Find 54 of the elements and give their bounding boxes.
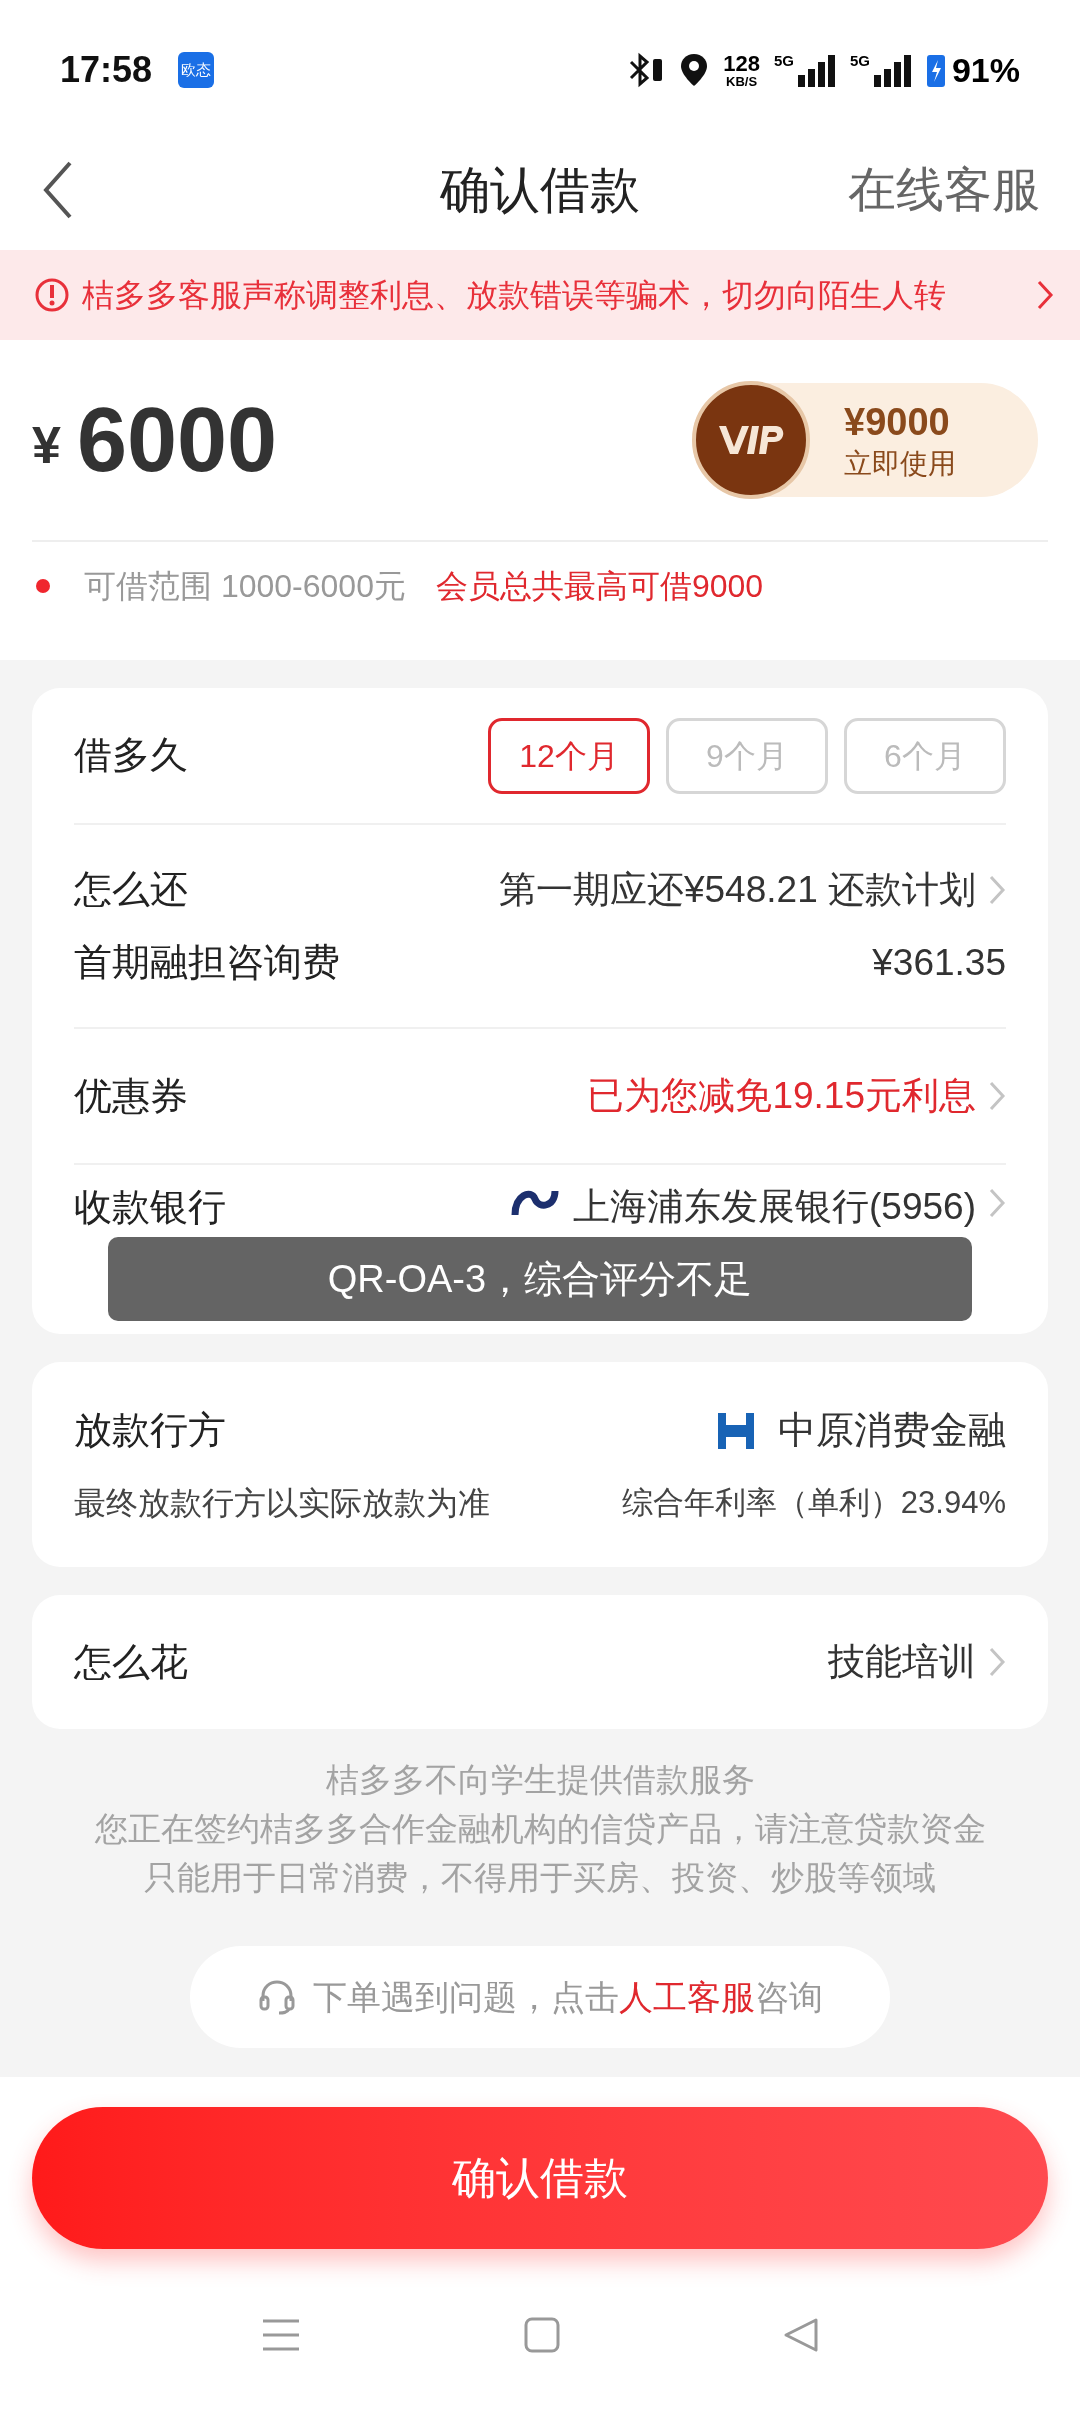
coupon-value[interactable]: 已为您减免19.15元利息 — [587, 1068, 976, 1124]
repayment-plan-link[interactable]: 第一期应还¥548.21 还款计划 — [498, 861, 976, 918]
lender-note: 最终放款行方以实际放款为准 — [74, 1484, 490, 1523]
page-title: 确认借款 — [440, 160, 640, 220]
bank-label: 收款银行 — [74, 1185, 226, 1230]
disclaimer-text: 您正在签约桔多多合作金融机构的信贷产品，请注意贷款资金 — [94, 1809, 986, 1849]
fee-value: ¥361.35 — [872, 940, 1006, 985]
status-time: 17:58 — [60, 48, 153, 92]
signal-icon — [871, 53, 912, 87]
location-icon — [679, 52, 710, 88]
notice-text: 桔多多客服声称调整利息、放款错误等骗术，切勿向陌生人转 — [82, 276, 947, 315]
annual-rate: 综合年利率（单利）23.94% — [621, 1483, 1006, 1522]
battery-level: 91% — [951, 49, 1020, 91]
menu-icon[interactable] — [261, 2317, 302, 2353]
home-icon[interactable] — [524, 2317, 560, 2353]
chevron-right-icon — [988, 1080, 1006, 1112]
loan-amount: 6000 — [76, 388, 278, 492]
lender-logo-icon — [716, 1410, 756, 1451]
help-text: 下单遇到问题，点击人工客服咨询 — [313, 1976, 823, 2018]
signal-icon — [795, 53, 836, 87]
battery-icon — [925, 52, 946, 88]
online-service-link[interactable]: 在线客服 — [848, 154, 1040, 226]
term-option[interactable]: 12个月 — [488, 717, 650, 794]
chevron-right-icon — [988, 1187, 1006, 1219]
confirm-loan-button[interactable]: 确认借款 — [32, 2107, 1048, 2249]
net-speed-unit: KB/S — [726, 74, 758, 88]
toast-message: QR-OA-3，综合评分不足 — [108, 1237, 972, 1321]
currency-symbol: ¥ — [32, 415, 61, 476]
net-speed: 128 — [723, 52, 760, 75]
disclaimer-text: 桔多多不向学生提供借款服务 — [325, 1760, 755, 1800]
chevron-right-icon — [988, 1646, 1006, 1678]
repay-label: 怎么还 — [74, 867, 188, 912]
app-badge: 欧态 — [178, 52, 215, 88]
vip-action: 立即使用 — [844, 447, 956, 482]
term-label: 借多久 — [74, 733, 188, 778]
network-type: 5G — [773, 53, 794, 68]
member-limit-note: 会员总共最高可借9000 — [435, 567, 764, 606]
vip-amount: ¥9000 — [844, 399, 951, 445]
usage-label: 怎么花 — [74, 1639, 188, 1685]
human-service-link[interactable]: 人工客服 — [619, 1977, 755, 2016]
warning-icon — [34, 277, 70, 313]
chevron-right-icon — [988, 873, 1006, 906]
network-type: 5G — [849, 53, 870, 68]
notice-banner[interactable]: 桔多多客服声称调整利息、放款错误等骗术，切勿向陌生人转 — [0, 250, 1080, 340]
loan-range: 可借范围 1000-6000元 — [84, 567, 406, 606]
lender-name: 中原消费金融 — [778, 1408, 1006, 1453]
vip-offer[interactable]: ¥9000 立即使用 — [692, 383, 1038, 497]
usage-value[interactable]: 技能培训 — [828, 1634, 976, 1690]
lender-label: 放款行方 — [74, 1408, 226, 1453]
coupon-label: 优惠券 — [74, 1073, 188, 1119]
fee-label: 首期融担咨询费 — [74, 940, 340, 985]
disclaimer-text: 只能用于日常消费，不得用于买房、投资、炒股等领域 — [144, 1858, 936, 1898]
chevron-right-icon — [1036, 279, 1054, 311]
bank-account[interactable]: 上海浦东发展银行(5956) — [573, 1179, 976, 1235]
